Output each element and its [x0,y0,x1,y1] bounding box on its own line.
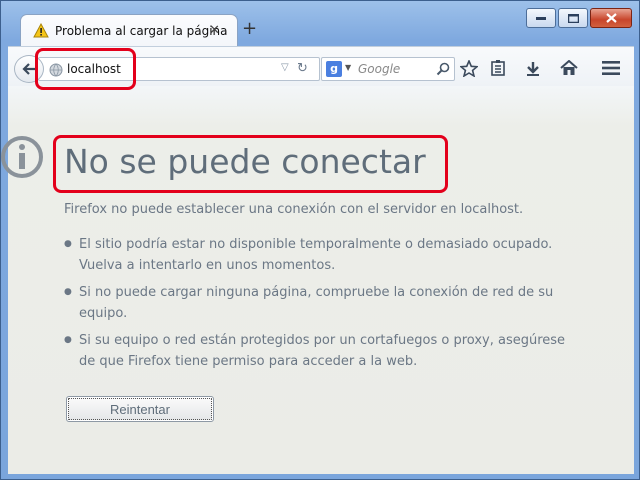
menu-icon[interactable] [600,57,622,79]
tab-active[interactable]: Problema al cargar la página ✕ [20,14,238,47]
window-caption-buttons [526,8,632,28]
home-icon[interactable] [558,57,580,79]
error-description: Firefox no puede establecer una conexión… [64,202,524,217]
bookmark-star-icon[interactable] [458,57,480,79]
warning-icon [33,22,49,42]
globe-icon [49,62,63,81]
list-item: Si su equipo o red están protegidos por … [64,330,584,372]
search-bar[interactable]: g ▼ Google [321,57,455,81]
reload-icon[interactable]: ↻ [297,61,308,76]
url-text[interactable]: localhost [67,62,121,76]
page-title: No se puede conectar [64,142,426,181]
error-page: No se puede conectar Firefox no puede es… [1,86,634,474]
back-button[interactable] [14,55,44,83]
back-icon [22,63,35,75]
download-icon[interactable] [522,57,544,79]
minimize-button[interactable] [526,8,556,28]
engine-dropdown-icon[interactable]: ▼ [345,63,351,72]
new-tab-button[interactable]: + [242,20,257,38]
list-item: Si no puede cargar ninguna página, compr… [64,282,584,324]
retry-button[interactable]: Reintentar [66,396,214,422]
navigation-toolbar: localhost ▽ ↻ g ▼ Google [8,46,634,87]
google-engine-icon[interactable]: g [326,61,342,77]
browser-window: Problema al cargar la página ✕ + localho… [0,0,640,480]
reading-list-icon[interactable] [487,57,509,79]
url-bar[interactable]: localhost ▽ ↻ [38,57,320,81]
url-dropdown-icon[interactable]: ▽ [281,62,289,73]
error-suggestions: El sitio podría estar no disponible temp… [64,234,584,378]
search-placeholder[interactable]: Google [358,62,400,76]
tab-title: Problema al cargar la página [55,24,228,38]
close-window-button[interactable] [590,8,632,28]
tab-close-icon[interactable]: ✕ [209,24,220,37]
maximize-button[interactable] [558,8,588,28]
search-icon[interactable] [436,61,450,80]
list-item: El sitio podría estar no disponible temp… [64,234,584,276]
info-icon [0,135,44,183]
